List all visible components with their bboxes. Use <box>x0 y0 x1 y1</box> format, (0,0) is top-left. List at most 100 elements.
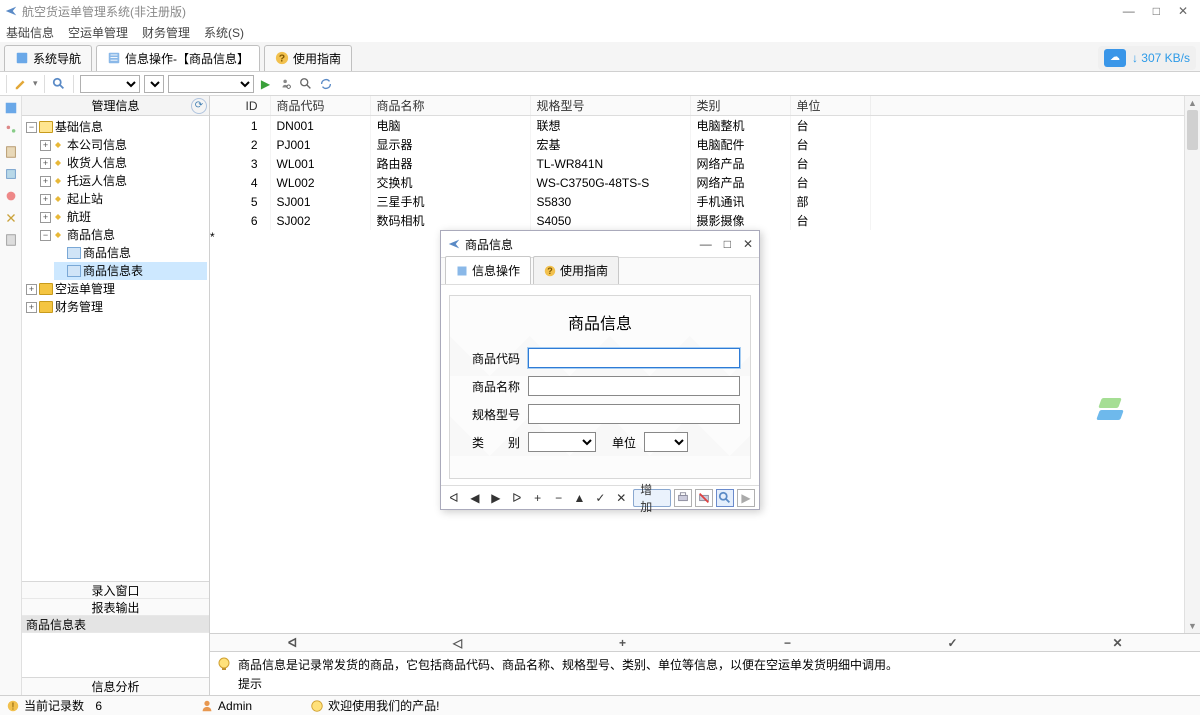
tree-node-product[interactable]: −商品信息 <box>40 226 207 244</box>
rail-icon-7[interactable] <box>3 232 19 248</box>
print-icon[interactable] <box>674 489 692 507</box>
select-unit[interactable] <box>644 432 688 452</box>
input-product-name[interactable] <box>528 376 740 396</box>
tree-node-finance[interactable]: +财务管理 <box>26 298 207 316</box>
menu-bar: 基础信息 空运单管理 财务管理 系统(S) <box>0 22 1200 42</box>
delete-icon[interactable]: − <box>550 489 568 507</box>
tree-node-flight[interactable]: +航班 <box>40 208 207 226</box>
grid-header-name[interactable]: 商品名称 <box>370 96 530 116</box>
window-titlebar: 航空货运单管理系统(非注册版) — □ ✕ <box>0 0 1200 22</box>
dialog-form: 商品信息 商品代码 商品名称 规格型号 类 别 单位 <box>449 295 751 479</box>
rail-icon-3[interactable] <box>3 144 19 160</box>
records-icon: ! <box>6 699 20 713</box>
table-row[interactable]: 5SJ001三星手机S5830手机通讯部 <box>210 192 1200 211</box>
tree-leaf-product-table[interactable]: 商品信息表 <box>54 262 207 280</box>
form-title: 商品信息 <box>460 310 740 334</box>
grid-header-id[interactable]: ID <box>210 96 270 116</box>
rail-icon-2[interactable] <box>3 122 19 138</box>
tree-node-basic-info[interactable]: −基础信息 <box>26 118 207 136</box>
table-row[interactable]: 3WL001路由器TL-WR841N网络产品台 <box>210 154 1200 173</box>
cancel-icon[interactable]: ✕ <box>612 489 630 507</box>
grid-header-spec[interactable]: 规格型号 <box>530 96 690 116</box>
forward-icon[interactable]: ▶ <box>737 489 755 507</box>
nav-cancel[interactable]: ✕ <box>1035 636 1200 650</box>
toolbar-combo-1[interactable] <box>80 75 140 93</box>
table-row[interactable]: 2PJ001显示器宏基电脑配件台 <box>210 135 1200 154</box>
menu-awb[interactable]: 空运单管理 <box>68 24 128 41</box>
sidebar-refresh-button[interactable]: ⟳ <box>191 98 207 114</box>
toolbar-combo-3[interactable] <box>168 75 254 93</box>
dialog-tab-guide[interactable]: ? 使用指南 <box>533 256 619 284</box>
add-button[interactable]: 增加 <box>633 489 671 507</box>
tab-label: 系统导航 <box>33 50 81 67</box>
grid-header-category[interactable]: 类别 <box>690 96 790 116</box>
nav-next-icon[interactable]: ▶ <box>487 489 505 507</box>
tree-node-consignee[interactable]: +收货人信息 <box>40 154 207 172</box>
toolbar-combo-2[interactable] <box>144 75 164 93</box>
edit-icon[interactable] <box>13 76 29 92</box>
tree-node-company[interactable]: +本公司信息 <box>40 136 207 154</box>
nav-prev-icon[interactable]: ◀ <box>466 489 484 507</box>
rail-icon-6[interactable] <box>3 210 19 226</box>
section-input[interactable]: 录入窗口 <box>22 582 209 599</box>
menu-finance[interactable]: 财务管理 <box>142 24 190 41</box>
grid-header-code[interactable]: 商品代码 <box>270 96 370 116</box>
nav-commit[interactable]: ✓ <box>870 636 1035 650</box>
nav-add[interactable]: + <box>540 636 705 650</box>
document-tab-bar: 系统导航 信息操作-【商品信息】 ? 使用指南 ☁ ↓ 307 KB/s <box>0 42 1200 72</box>
nav-prev[interactable]: ◁ <box>375 636 540 650</box>
window-close-button[interactable]: ✕ <box>1178 4 1188 18</box>
rail-icon-1[interactable] <box>3 100 19 116</box>
dialog-maximize-button[interactable]: □ <box>724 237 731 251</box>
table-row[interactable]: 4WL002交换机WS-C3750G-48TS-S网络产品台 <box>210 173 1200 192</box>
tab-system-nav[interactable]: 系统导航 <box>4 45 92 71</box>
rail-icon-5[interactable] <box>3 188 19 204</box>
menu-system[interactable]: 系统(S) <box>204 24 244 41</box>
help-icon: ? <box>275 51 289 65</box>
nav-first-icon[interactable]: ᐊ <box>445 489 463 507</box>
input-product-code[interactable] <box>528 348 740 368</box>
tree-node-awb[interactable]: +空运单管理 <box>26 280 207 298</box>
play-icon[interactable]: ▶ <box>258 76 274 92</box>
tree-leaf-product-info[interactable]: 商品信息 <box>54 244 207 262</box>
window-minimize-button[interactable]: — <box>1123 4 1135 18</box>
menu-basic-info[interactable]: 基础信息 <box>6 24 54 41</box>
print-cancel-icon[interactable] <box>695 489 713 507</box>
input-product-spec[interactable] <box>528 404 740 424</box>
tab-product-info[interactable]: 信息操作-【商品信息】 <box>96 45 260 71</box>
refresh-icon[interactable] <box>318 76 334 92</box>
search-icon[interactable] <box>716 489 734 507</box>
section-analysis[interactable]: 信息分析 <box>22 677 209 695</box>
tree-node-station[interactable]: +起止站 <box>40 190 207 208</box>
tab-guide[interactable]: ? 使用指南 <box>264 45 352 71</box>
user-icon <box>200 699 214 713</box>
grid-header-unit[interactable]: 单位 <box>790 96 870 116</box>
scroll-thumb[interactable] <box>1187 110 1198 150</box>
zoom-icon[interactable] <box>51 76 67 92</box>
tab-label: 使用指南 <box>293 50 341 67</box>
rail-icon-4[interactable] <box>3 166 19 182</box>
table-row[interactable]: 1DN001电脑联想电脑整机台 <box>210 116 1200 136</box>
find-icon[interactable] <box>298 76 314 92</box>
nav-last-icon[interactable]: ᐅ <box>508 489 526 507</box>
nav-first[interactable]: ᐊ <box>210 636 375 650</box>
vertical-scrollbar[interactable]: ▲ ▼ <box>1184 96 1200 633</box>
table-row[interactable]: 6SJ002数码相机S4050摄影摄像台 <box>210 211 1200 230</box>
dialog-close-button[interactable]: ✕ <box>743 237 753 251</box>
section-product-table[interactable]: 商品信息表 <box>22 616 209 633</box>
dialog-minimize-button[interactable]: — <box>700 237 712 251</box>
select-category[interactable] <box>528 432 596 452</box>
hint-bar: 商品信息是记录常发货的商品，它包括商品代码、商品名称、规格型号、类别、单位等信息… <box>210 651 1200 695</box>
scroll-down-icon[interactable]: ▼ <box>1185 619 1200 633</box>
dialog-tab-info[interactable]: 信息操作 <box>445 256 531 284</box>
edit-icon[interactable]: ▲ <box>571 489 589 507</box>
add-icon[interactable]: + <box>529 489 547 507</box>
scroll-up-icon[interactable]: ▲ <box>1185 96 1200 110</box>
window-maximize-button[interactable]: □ <box>1153 4 1160 18</box>
dialog-titlebar[interactable]: 商品信息 — □ ✕ <box>441 231 759 257</box>
nav-delete[interactable]: − <box>705 636 870 650</box>
commit-icon[interactable]: ✓ <box>591 489 609 507</box>
find-person-icon[interactable] <box>278 76 294 92</box>
section-report[interactable]: 报表输出 <box>22 599 209 616</box>
tree-node-shipper[interactable]: +托运人信息 <box>40 172 207 190</box>
